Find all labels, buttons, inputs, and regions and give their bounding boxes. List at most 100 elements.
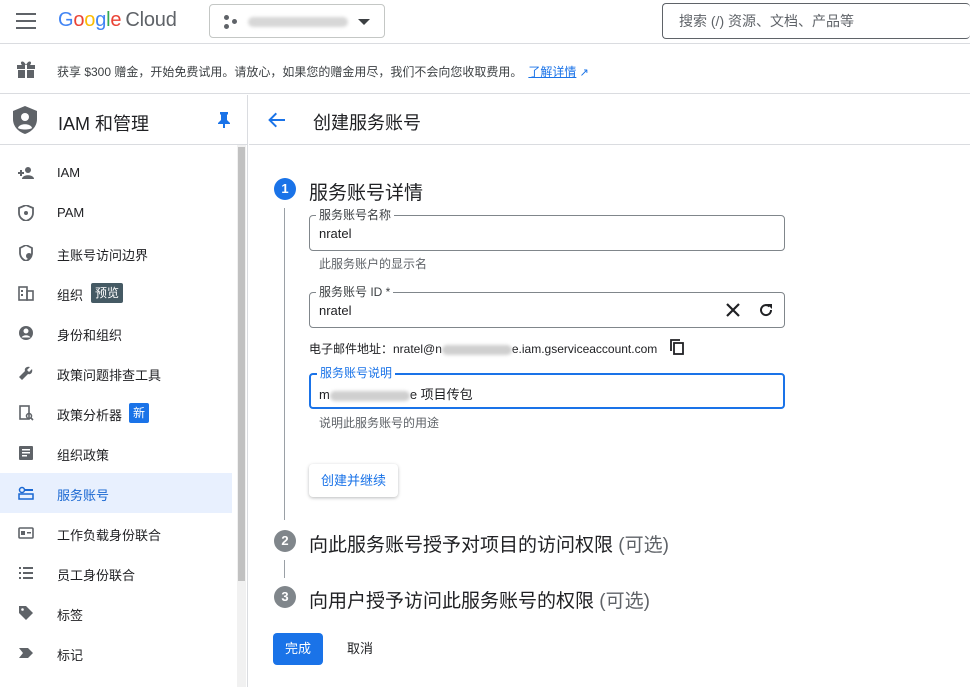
sidebar-title: IAM 和管理 — [58, 114, 150, 134]
sidebar-item-label: IAM — [57, 165, 81, 180]
step-2-title[interactable]: 向此服务账号授予对项目的访问权限 (可选) — [309, 530, 669, 557]
sidebar-item-label: 标记 — [57, 648, 84, 663]
step-3-label: 向用户授予访问此服务账号的权限 — [309, 591, 595, 612]
refresh-icon[interactable] — [758, 302, 774, 318]
sidebar-header: IAM 和管理 — [0, 95, 247, 145]
sidebar-item-label: 工作负载身份联合 — [57, 528, 162, 543]
caret-down-icon — [358, 19, 370, 25]
redacted-text — [329, 390, 410, 401]
sidebar-item-workforce-identity-federation[interactable]: 员工身份联合 — [0, 553, 232, 593]
sidebar-item-label: 主账号访问边界 — [57, 248, 149, 263]
promo-banner: 获享 $300 赠金，开始免费试用。请放心，如果您的赠金用尽，我们不会向您收取费… — [0, 45, 970, 94]
sidebar-item-workload-identity-federation[interactable]: 工作负载身份联合 — [0, 513, 232, 553]
email-address-row: 电子邮件地址：nratel@n e.iam.gserviceaccount.com — [309, 340, 657, 357]
sidebar-item-organization-policies[interactable]: 组织政策 — [0, 433, 232, 473]
sidebar-item-label: 身份和组织 — [57, 328, 123, 343]
sidebar-item-label: 政策分析器 — [57, 408, 123, 423]
preview-badge: 预览 — [91, 283, 124, 303]
description-prefix: m — [319, 387, 330, 402]
sidebar-nav: IAM PAM 主账号访问边界 组织 预览 身份和组织 政策问题排查工具 政策分… — [0, 153, 232, 673]
service-account-id-field[interactable]: 服务账号 ID * nratel — [309, 285, 785, 328]
service-account-description-field[interactable]: 服务账号说明 m e 项目传包 — [309, 366, 785, 409]
done-button[interactable]: 完成 — [273, 633, 323, 665]
person-add-icon — [18, 167, 34, 179]
service-account-name-value: nratel — [319, 226, 352, 241]
search-input[interactable]: 搜索 (/) 资源、文档、产品等 — [662, 3, 970, 39]
sidebar-item-label: 标签 — [57, 608, 84, 623]
sidebar-item-label: 组织政策 — [57, 448, 110, 463]
step-2-label: 向此服务账号授予对项目的访问权限 — [309, 535, 614, 556]
sidebar-item-pam[interactable]: PAM — [0, 193, 232, 233]
field-label: 服务账号名称 — [316, 208, 395, 222]
sidebar-item-label: 组织 — [57, 288, 84, 303]
google-cloud-logo[interactable]: Google Cloud — [58, 9, 177, 32]
shield-person-icon — [19, 245, 33, 261]
promo-message: 获享 $300 赠金，开始免费试用。请放心，如果您的赠金用尽，我们不会向您收取费… — [57, 65, 523, 79]
shield-icon — [13, 106, 37, 134]
sidebar-item-policy-analyzer[interactable]: 政策分析器 新 — [0, 393, 232, 433]
email-suffix: e.iam.gserviceaccount.com — [511, 342, 658, 356]
promo-text: 获享 $300 赠金，开始免费试用。请放心，如果您的赠金用尽，我们不会向您收取费… — [57, 63, 589, 80]
sidebar-item-service-accounts[interactable]: 服务账号 — [0, 473, 232, 513]
sidebar-item-label: 政策问题排查工具 — [57, 368, 162, 383]
document-search-icon — [19, 405, 34, 421]
field-label: 服务账号 ID * — [316, 285, 394, 299]
create-and-continue-button[interactable]: 创建并继续 — [309, 464, 398, 497]
sidebar-item-label: 员工身份联合 — [57, 568, 136, 583]
sidebar-scrollbar-thumb[interactable] — [238, 147, 245, 581]
label-arrow-icon — [19, 648, 33, 658]
step-3-number: 3 — [274, 586, 296, 608]
gift-icon — [17, 61, 35, 78]
arrow-back-icon[interactable] — [267, 110, 287, 130]
sidebar: IAM 和管理 IAM PAM 主账号访问边界 组织 预览 身份和组织 政策问题… — [0, 95, 248, 687]
step-3-title[interactable]: 向用户授予访问此服务账号的权限 (可选) — [309, 586, 650, 613]
shield-lock-icon — [18, 205, 34, 221]
external-link-icon: ↗ — [576, 67, 589, 79]
menu-icon[interactable] — [16, 13, 36, 29]
step-connector — [284, 208, 285, 520]
step-2-number: 2 — [274, 530, 296, 552]
step-1-title: 服务账号详情 — [309, 183, 424, 204]
service-account-description-value: m e 项目传包 — [319, 384, 473, 403]
sidebar-item-organizations[interactable]: 组织 预览 — [0, 273, 232, 313]
step-1-number: 1 — [274, 178, 296, 200]
sidebar-item-principal-access-boundary[interactable]: 主账号访问边界 — [0, 233, 232, 273]
sidebar-item-policy-troubleshooter[interactable]: 政策问题排查工具 — [0, 353, 232, 393]
list-document-icon — [19, 446, 33, 460]
sidebar-item-label: 服务账号 — [57, 488, 110, 503]
account-circle-icon — [19, 326, 33, 340]
description-suffix: e 项目传包 — [409, 387, 473, 402]
sidebar-item-labels[interactable]: 标签 — [0, 593, 232, 633]
step-connector — [284, 560, 285, 578]
copy-icon[interactable] — [670, 339, 684, 355]
field-label: 服务账号说明 — [317, 366, 396, 380]
redacted-text — [441, 344, 512, 355]
sidebar-item-identity-organizations[interactable]: 身份和组织 — [0, 313, 232, 353]
project-picker[interactable] — [209, 4, 385, 38]
cancel-button[interactable]: 取消 — [336, 633, 384, 665]
optional-label: (可选) — [618, 535, 669, 556]
tag-icon — [19, 606, 33, 620]
building-icon — [18, 286, 34, 301]
description-hint: 说明此服务账号的用途 — [319, 416, 440, 430]
page-header: 创建服务账号 — [249, 95, 970, 145]
project-icon — [224, 15, 238, 29]
wrench-icon — [19, 366, 33, 380]
new-badge: 新 — [129, 403, 150, 423]
learn-more-link[interactable]: 了解详情 — [528, 65, 576, 79]
optional-label: (可选) — [599, 591, 650, 612]
sidebar-item-tags[interactable]: 标记 — [0, 633, 232, 673]
service-account-icon — [18, 486, 34, 500]
top-bar: Google Cloud 搜索 (/) 资源、文档、产品等 — [0, 0, 970, 44]
pin-icon[interactable] — [218, 112, 230, 128]
name-hint: 此服务账户的显示名 — [319, 257, 428, 271]
clear-icon[interactable] — [726, 303, 740, 317]
id-card-icon — [18, 527, 34, 539]
list-icon — [19, 567, 33, 579]
service-account-name-field[interactable]: 服务账号名称 nratel — [309, 208, 785, 251]
service-account-id-value: nratel — [319, 303, 352, 318]
project-name-redacted — [248, 17, 348, 27]
sidebar-item-label: PAM — [57, 205, 85, 220]
sidebar-item-iam[interactable]: IAM — [0, 153, 232, 193]
email-prefix: 电子邮件地址：nratel@n — [309, 342, 442, 356]
